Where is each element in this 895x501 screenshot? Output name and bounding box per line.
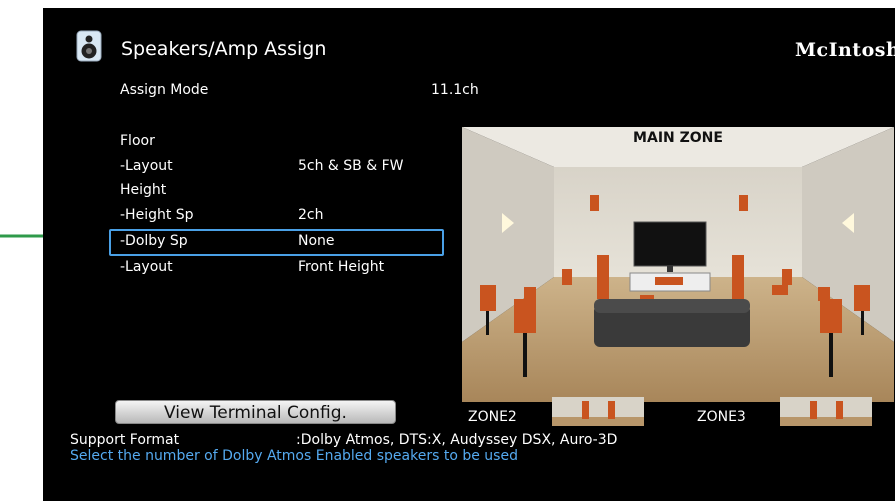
height-layout-value[interactable]: Front Height	[298, 259, 384, 275]
assign-mode-value[interactable]: 11.1ch	[431, 82, 479, 98]
zone3-label: ZONE3	[697, 409, 746, 425]
height-heading: Height	[120, 182, 167, 198]
room-illustration	[462, 127, 894, 402]
setup-screen: Speakers/Amp Assign McIntosh Assign Mode…	[43, 8, 895, 501]
floor-layout-label[interactable]: -Layout	[120, 158, 173, 174]
speaker-icon	[76, 30, 102, 62]
floor-heading: Floor	[120, 133, 155, 149]
main-zone-preview: MAIN ZONE	[462, 127, 894, 402]
zone2-label: ZONE2	[468, 409, 517, 425]
height-layout-label[interactable]: -Layout	[120, 259, 173, 275]
view-terminal-config-button[interactable]: View Terminal Config.	[115, 400, 396, 424]
floor-layout-value[interactable]: 5ch & SB & FW	[298, 158, 404, 174]
brand-logo: McIntosh	[795, 39, 895, 61]
support-format-value: :Dolby Atmos, DTS:X, Audyssey DSX, Auro-…	[296, 432, 618, 448]
zone3-preview	[780, 397, 872, 426]
support-format-label: Support Format	[70, 432, 180, 448]
zone2-preview	[552, 397, 644, 426]
help-text: Select the number of Dolby Atmos Enabled…	[70, 448, 518, 464]
height-sp-label[interactable]: -Height Sp	[120, 207, 194, 223]
main-zone-label: MAIN ZONE	[633, 130, 723, 146]
dolby-sp-label[interactable]: -Dolby Sp	[120, 233, 188, 249]
height-sp-value[interactable]: 2ch	[298, 207, 323, 223]
dolby-sp-value[interactable]: None	[298, 233, 335, 249]
page-title: Speakers/Amp Assign	[121, 38, 327, 60]
assign-mode-label[interactable]: Assign Mode	[120, 82, 208, 98]
